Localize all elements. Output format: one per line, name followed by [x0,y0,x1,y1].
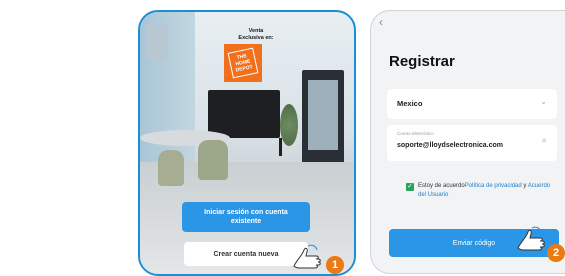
email-label: Correo electrónico [397,131,434,136]
country-select[interactable]: Mexico ⌄ [387,89,557,119]
logo-text: THE HOME DEPOT [235,53,254,74]
privacy-policy-link[interactable]: Política de privacidad [465,183,522,189]
welcome-screen: Venta Exclusiva en: THE HOME DEPOT Inici… [138,10,356,276]
background-plant [280,104,298,146]
clear-icon[interactable]: ✕ [541,137,547,145]
consent-text: Estoy de acuerdoPolítica de privacidad y… [406,182,556,200]
home-depot-logo: THE HOME DEPOT [224,44,262,82]
step-badge-2: 2 [547,244,565,262]
step-badge-1: 1 [326,256,344,274]
consent-prefix: Estoy de acuerdo [418,183,465,189]
page-title: Registrar [389,53,455,70]
background-chair [158,150,184,186]
background-chair [198,140,228,180]
back-arrow-icon[interactable]: ‹ [379,15,383,29]
background-lamp [146,24,168,60]
background-piano [208,90,280,138]
login-existing-account-button[interactable]: Iniciar sesión con cuenta existente [182,202,310,232]
tap-hand-icon [517,226,545,251]
chevron-down-icon: ⌄ [540,97,547,106]
brand-caption: Venta Exclusiva en: [238,28,274,41]
tap-hand-icon [293,244,321,269]
country-value: Mexico [397,99,423,108]
email-field[interactable]: Correo electrónico soporte@lloydselectro… [387,125,557,161]
email-value: soporte@lloydselectronica.com [397,142,504,149]
